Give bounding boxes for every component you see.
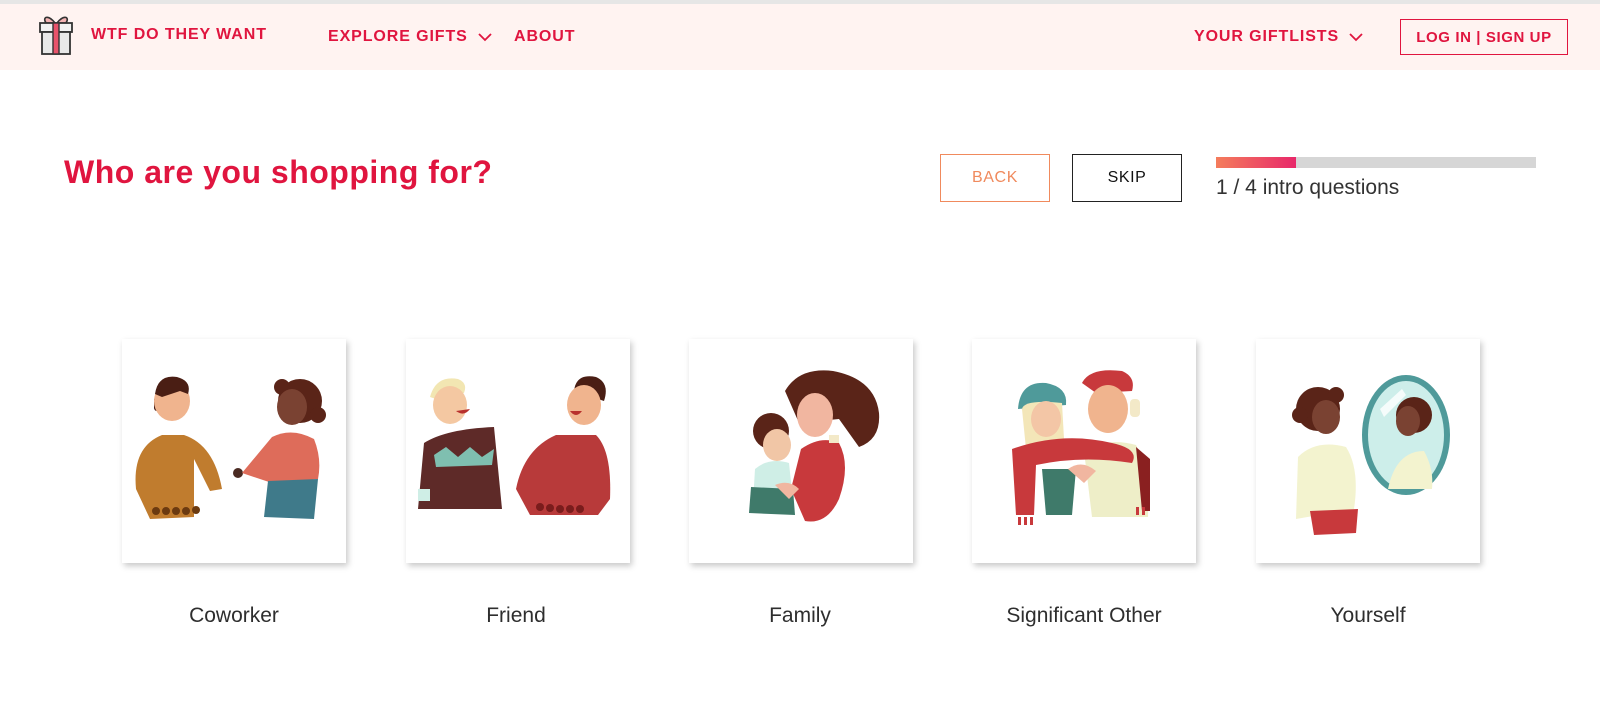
- family-illustration: [749, 370, 880, 522]
- nav-explore-gifts[interactable]: EXPLORE GIFTS: [328, 28, 492, 46]
- brand-name: WTF DO THEY WANT: [91, 26, 267, 43]
- page-question: Who are you shopping for?: [64, 154, 493, 190]
- chevron-down-icon: [1349, 33, 1363, 42]
- option-label-significant-other: Significant Other: [1006, 604, 1162, 627]
- friend-illustration: [418, 376, 611, 515]
- chevron-down-icon: [478, 33, 492, 42]
- header-bar: WTF DO THEY WANT EXPLORE GIFTS ABOUT YOU…: [0, 4, 1600, 70]
- option-label-yourself: Yourself: [1330, 604, 1406, 627]
- nav-explore-label: EXPLORE GIFTS: [328, 28, 468, 45]
- brand-link[interactable]: WTF DO THEY WANT: [38, 14, 267, 56]
- progress-fill: [1216, 157, 1296, 168]
- progress-bar: [1216, 157, 1536, 168]
- significant-other-illustration: [1012, 370, 1150, 525]
- nav-your-giftlists[interactable]: YOUR GIFTLISTS: [1194, 28, 1363, 46]
- login-signup-button[interactable]: LOG IN | SIGN UP: [1400, 19, 1568, 55]
- gift-box-icon: [39, 16, 73, 55]
- nav-giftlists-label: YOUR GIFTLISTS: [1194, 28, 1340, 45]
- option-card-friend[interactable]: [406, 339, 630, 563]
- nav-about[interactable]: ABOUT: [514, 28, 575, 46]
- yourself-illustration: [1292, 375, 1450, 535]
- skip-button[interactable]: SKIP: [1072, 154, 1182, 202]
- progress-text: 1 / 4 intro questions: [1216, 176, 1400, 199]
- nav-about-label: ABOUT: [514, 28, 576, 45]
- coworker-illustration: [135, 376, 326, 519]
- option-card-yourself[interactable]: [1256, 339, 1480, 563]
- option-label-friend: Friend: [486, 604, 546, 627]
- option-label-coworker: Coworker: [189, 604, 279, 627]
- back-button[interactable]: BACK: [940, 154, 1050, 202]
- option-label-family: Family: [769, 604, 831, 627]
- option-card-family[interactable]: [689, 339, 913, 563]
- option-card-coworker[interactable]: [122, 339, 346, 563]
- option-card-significant-other[interactable]: [972, 339, 1196, 563]
